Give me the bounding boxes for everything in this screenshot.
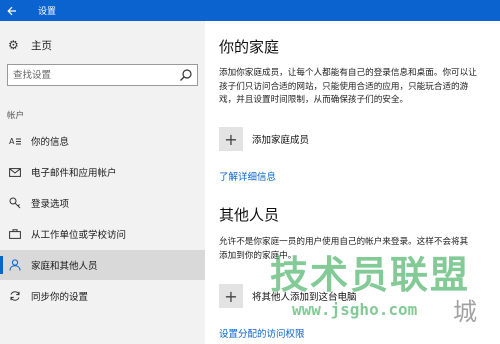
sidebar-item-label: 登录选项 [31,199,70,210]
section-header-accounts: 帐户 [7,111,25,121]
search-input[interactable] [8,65,176,85]
family-heading: 你的家庭 [219,38,280,56]
sidebar-item-sync-settings[interactable]: 同步你的设置 [0,281,205,311]
watermark-url: www.jsgho.com [292,300,418,319]
window-title: 设置 [38,7,57,17]
sidebar-item-label: 家庭和其他人员 [31,261,98,272]
briefcase-icon [8,229,22,239]
home-nav-item[interactable]: ⚙ 主页 [8,37,52,53]
sidebar-item-sign-in-options[interactable]: 登录选项 [0,188,205,218]
sidebar-item-label: 同步你的设置 [31,292,89,303]
home-label: 主页 [31,39,52,52]
sidebar-item-family-other-people[interactable]: 家庭和其他人员 [0,250,205,280]
back-button[interactable] [0,0,24,21]
add-family-member-button[interactable]: + 添加家庭成员 [219,127,309,151]
learn-more-link[interactable]: 了解详细信息 [219,169,276,183]
sidebar-item-your-info[interactable]: A 你的信息 [0,126,205,156]
sidebar-item-label: 你的信息 [31,137,70,148]
sidebar-item-label: 电子邮件和应用帐户 [31,168,117,179]
sidebar-item-work-school[interactable]: 从工作单位或学校访问 [0,219,205,249]
watermark: 技术员联盟 www.jsgho.com 城 [270,244,500,344]
search-box [7,64,198,86]
person-icon [8,259,22,271]
watermark-extra: 城 [453,298,477,326]
mail-icon [8,167,22,177]
svg-text:A: A [9,137,15,146]
back-arrow-icon [7,6,16,15]
sidebar-item-email-accounts[interactable]: 电子邮件和应用帐户 [0,157,205,187]
description-line: 孩子们只访问合适的网站，只能使用合适的应用，只能玩合适的游 [219,81,469,92]
sidebar-item-label: 从工作单位或学校访问 [31,230,127,241]
add-family-member-label: 添加家庭成员 [252,135,310,146]
key-icon [8,197,22,209]
other-people-heading: 其他人员 [219,206,280,224]
family-description: 添加你家庭成员，让每个人都能有自己的登录信息和桌面。你可以让 孩子们只访问合适的… [219,67,500,108]
sync-icon [8,290,22,302]
plus-icon: + [219,284,243,308]
plus-icon: + [219,127,243,151]
description-line: 戏，并且设置时间限制，从而确保孩子们的安全。 [219,95,409,105]
title-bar: 设置 [0,0,500,21]
sidebar: ⚙ 主页 帐户 A 你的信息 电子邮件和应用帐户 登录选项 从工作单位或学校访问 [0,21,205,344]
search-icon[interactable] [179,68,193,82]
watermark-text: 技术员联盟 [270,253,471,297]
description-line: 添加你家庭成员，让每个人都能有自己的登录信息和桌面。你可以让 [219,68,477,78]
gear-icon: ⚙ [8,38,19,52]
selection-indicator [0,256,3,274]
person-card-icon: A [8,136,22,146]
